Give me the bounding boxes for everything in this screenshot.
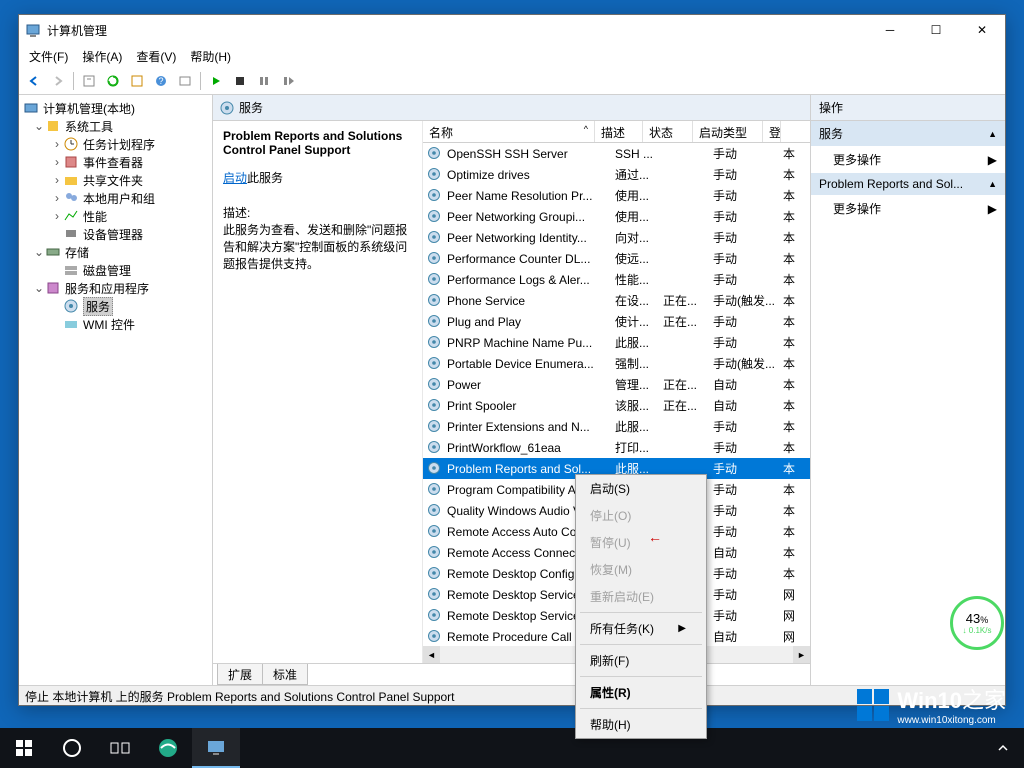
service-row[interactable]: Phone Service在设...正在...手动(触发...本 bbox=[423, 290, 810, 311]
start-link[interactable]: 启动 bbox=[223, 171, 247, 185]
taskview-button[interactable] bbox=[96, 728, 144, 768]
menu-file[interactable]: 文件(F) bbox=[23, 46, 74, 67]
watermark-logo: Win10之家www.win10xitong.com bbox=[857, 683, 1006, 726]
col-name[interactable]: 名称^ bbox=[423, 121, 595, 142]
main-panel: 服务 Problem Reports and Solutions Control… bbox=[213, 95, 811, 685]
maximize-button[interactable]: ☐ bbox=[913, 15, 959, 45]
context-menu-item[interactable]: 属性(R) bbox=[576, 679, 706, 706]
col-desc[interactable]: 描述 bbox=[595, 121, 643, 142]
tree-performance[interactable]: ›性能 bbox=[21, 207, 212, 225]
start-button[interactable] bbox=[0, 728, 48, 768]
service-row[interactable]: Plug and Play使计...正在...手动本 bbox=[423, 311, 810, 332]
play-button[interactable] bbox=[205, 70, 227, 92]
annotation-arrow: ← bbox=[648, 529, 662, 545]
tree-sys[interactable]: ⌄系统工具 bbox=[21, 117, 212, 135]
service-row[interactable]: Peer Name Resolution Pr...使用...手动本 bbox=[423, 185, 810, 206]
close-button[interactable]: ✕ bbox=[959, 15, 1005, 45]
mmc-taskbar-button[interactable] bbox=[192, 728, 240, 768]
toolbar: ? bbox=[19, 67, 1005, 95]
main-header-label: 服务 bbox=[239, 99, 263, 116]
menu-action[interactable]: 操作(A) bbox=[76, 46, 128, 67]
toolbar-btn-1[interactable] bbox=[78, 70, 100, 92]
pause-button[interactable] bbox=[253, 70, 275, 92]
main-header: 服务 bbox=[213, 95, 810, 121]
titlebar[interactable]: 计算机管理 ─ ☐ ✕ bbox=[19, 15, 1005, 45]
actions-section-selected[interactable]: Problem Reports and Sol...▲ bbox=[811, 173, 1005, 195]
actions-more-2[interactable]: 更多操作▶ bbox=[811, 195, 1005, 222]
service-row[interactable]: Power管理...正在...自动本 bbox=[423, 374, 810, 395]
app-icon bbox=[25, 22, 41, 38]
service-row[interactable]: Peer Networking Groupi...使用...手动本 bbox=[423, 206, 810, 227]
speed-badge: 43% ↓ 0.1K/s bbox=[950, 596, 1004, 650]
taskbar[interactable] bbox=[0, 728, 1024, 768]
service-row[interactable]: OpenSSH SSH ServerSSH ...手动本 bbox=[423, 143, 810, 164]
context-menu-item: 停止(O) bbox=[576, 502, 706, 529]
edge-button[interactable] bbox=[144, 728, 192, 768]
actions-more-1[interactable]: 更多操作▶ bbox=[811, 146, 1005, 173]
menu-view[interactable]: 查看(V) bbox=[130, 46, 182, 67]
back-button[interactable] bbox=[23, 70, 45, 92]
help-button[interactable]: ? bbox=[150, 70, 172, 92]
menu-help[interactable]: 帮助(H) bbox=[184, 46, 237, 67]
context-menu-item[interactable]: 刷新(F) bbox=[576, 647, 706, 674]
actions-header: 操作 bbox=[811, 95, 1005, 121]
tree-storage[interactable]: ⌄存储 bbox=[21, 243, 212, 261]
service-row[interactable]: PNRP Machine Name Pu...此服...手动本 bbox=[423, 332, 810, 353]
window-title: 计算机管理 bbox=[47, 22, 107, 39]
context-menu-item: 恢复(M) bbox=[576, 556, 706, 583]
windows-icon bbox=[857, 689, 889, 721]
restart-button[interactable] bbox=[277, 70, 299, 92]
service-row[interactable]: Print Spooler该服...正在...自动本 bbox=[423, 395, 810, 416]
description-panel: Problem Reports and Solutions Control Pa… bbox=[213, 121, 423, 663]
col-logon[interactable]: 登 bbox=[763, 121, 781, 142]
forward-button[interactable] bbox=[47, 70, 69, 92]
col-status[interactable]: 状态 bbox=[643, 121, 693, 142]
tree-disk-mgmt[interactable]: 磁盘管理 bbox=[21, 261, 212, 279]
actions-section-services[interactable]: 服务▲ bbox=[811, 121, 1005, 146]
tree-event-viewer[interactable]: ›事件查看器 bbox=[21, 153, 212, 171]
tree-wmi[interactable]: WMI 控件 bbox=[21, 315, 212, 333]
desc-text: 此服务为查看、发送和删除"问题报告和解决方案"控制面板的系统级问题报告提供支持。 bbox=[223, 221, 412, 272]
tree-shared-folders[interactable]: ›共享文件夹 bbox=[21, 171, 212, 189]
service-row[interactable]: PrintWorkflow_61eaa打印...手动本 bbox=[423, 437, 810, 458]
tree-task-scheduler[interactable]: ›任务计划程序 bbox=[21, 135, 212, 153]
service-row[interactable]: Performance Counter DL...使远...手动本 bbox=[423, 248, 810, 269]
desc-label: 描述: bbox=[223, 204, 412, 221]
context-menu: 启动(S)停止(O)暂停(U)恢复(M)重新启动(E) 所有任务(K)▶ 刷新(F)… bbox=[575, 474, 707, 739]
menubar: 文件(F) 操作(A) 查看(V) 帮助(H) bbox=[19, 45, 1005, 67]
tree-services[interactable]: 服务 bbox=[21, 297, 212, 315]
service-row[interactable]: Peer Networking Identity...向对...手动本 bbox=[423, 227, 810, 248]
tray-up-button[interactable] bbox=[988, 728, 1018, 768]
context-menu-item[interactable]: 启动(S) bbox=[576, 475, 706, 502]
context-menu-item: 暂停(U) bbox=[576, 529, 706, 556]
svg-text:?: ? bbox=[158, 76, 163, 86]
tree-apps[interactable]: ⌄服务和应用程序 bbox=[21, 279, 212, 297]
toolbar-btn-3[interactable] bbox=[126, 70, 148, 92]
app-window: 计算机管理 ─ ☐ ✕ 文件(F) 操作(A) 查看(V) 帮助(H) ? 计算… bbox=[18, 14, 1006, 706]
service-row[interactable]: Printer Extensions and N...此服...手动本 bbox=[423, 416, 810, 437]
minimize-button[interactable]: ─ bbox=[867, 15, 913, 45]
service-title: Problem Reports and Solutions Control Pa… bbox=[223, 129, 412, 157]
context-menu-item: 重新启动(E) bbox=[576, 583, 706, 610]
service-row[interactable]: Portable Device Enumera...强制...手动(触发...本 bbox=[423, 353, 810, 374]
list-header: 名称^ 描述 状态 启动类型 登 bbox=[423, 121, 810, 143]
tab-extended[interactable]: 扩展 bbox=[217, 664, 263, 685]
context-menu-item[interactable]: 所有任务(K)▶ bbox=[576, 615, 706, 642]
stop-button[interactable] bbox=[229, 70, 251, 92]
tree-local-users[interactable]: ›本地用户和组 bbox=[21, 189, 212, 207]
tab-strip: 扩展 标准 bbox=[213, 663, 810, 685]
toolbar-btn-2[interactable] bbox=[102, 70, 124, 92]
cortana-button[interactable] bbox=[48, 728, 96, 768]
col-startup[interactable]: 启动类型 bbox=[693, 121, 763, 142]
tree-device-manager[interactable]: 设备管理器 bbox=[21, 225, 212, 243]
gear-icon bbox=[219, 100, 235, 116]
tree-root[interactable]: 计算机管理(本地) bbox=[21, 99, 212, 117]
service-row[interactable]: Optimize drives通过...手动本 bbox=[423, 164, 810, 185]
service-row[interactable]: Performance Logs & Aler...性能...手动本 bbox=[423, 269, 810, 290]
tree-panel: 计算机管理(本地) ⌄系统工具 ›任务计划程序 ›事件查看器 ›共享文件夹 ›本… bbox=[19, 95, 213, 685]
tab-standard[interactable]: 标准 bbox=[262, 664, 308, 685]
toolbar-btn-5[interactable] bbox=[174, 70, 196, 92]
context-menu-item[interactable]: 帮助(H) bbox=[576, 711, 706, 738]
